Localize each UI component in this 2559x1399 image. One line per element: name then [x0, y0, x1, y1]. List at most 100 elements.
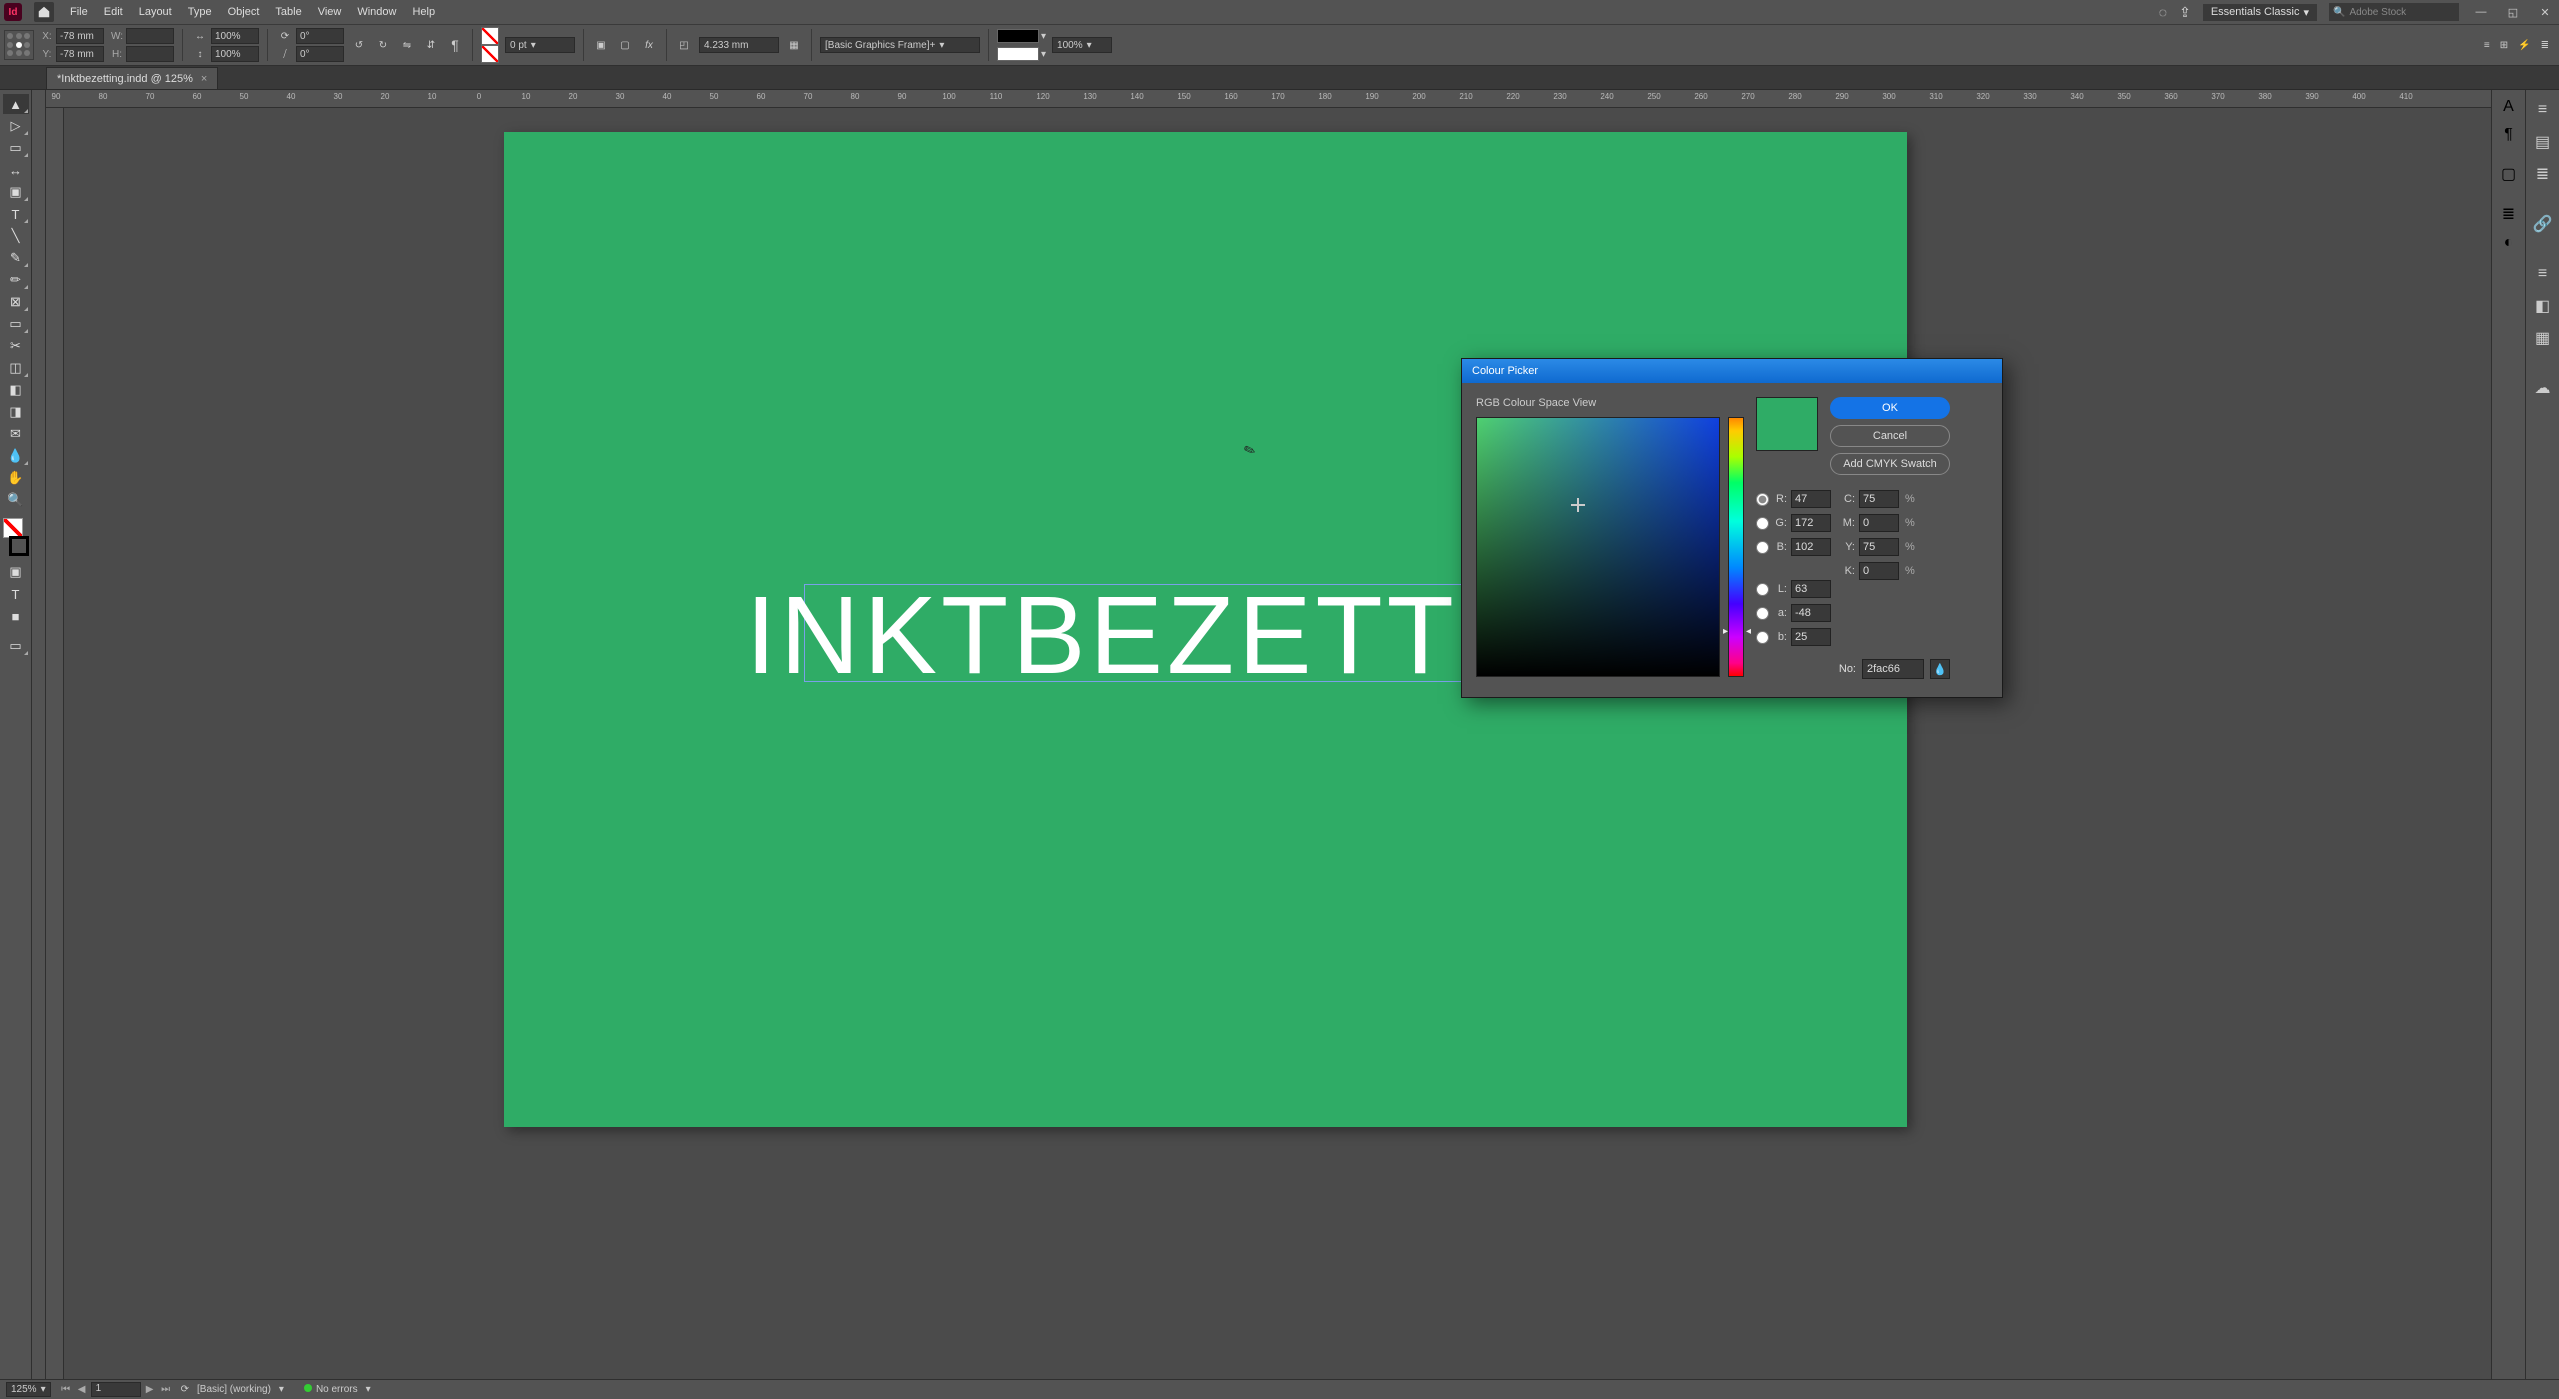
links-panel-icon[interactable]: 🔗 — [2530, 212, 2556, 236]
w-field[interactable] — [126, 28, 174, 44]
window-restore[interactable]: ◱ — [2503, 5, 2523, 19]
paragraph-panel-icon[interactable]: ¶ — [2504, 126, 2513, 144]
home-button[interactable] — [34, 2, 54, 22]
l-radio[interactable] — [1756, 583, 1769, 596]
a-radio[interactable] — [1756, 607, 1769, 620]
zoom-tool[interactable]: 🔍 — [3, 490, 29, 510]
free-transform-tool[interactable]: ◫ — [3, 358, 29, 378]
pathfinder-panel-icon[interactable]: ◐ — [2504, 234, 2514, 252]
add-cmyk-swatch-button[interactable]: Add CMYK Swatch — [1830, 453, 1950, 475]
last-page-button[interactable]: ⏭ — [159, 1384, 173, 1395]
window-close[interactable]: ✕ — [2535, 5, 2555, 19]
stroke-color-bar[interactable] — [997, 29, 1039, 43]
hand-tool[interactable]: ✋ — [3, 468, 29, 488]
canvas[interactable]: INKTBEZETTING ✎ Colour Picker RGB Colour… — [64, 108, 2491, 1379]
corner-options-button[interactable]: ◰ — [675, 36, 693, 54]
fit-content-button[interactable]: ▣ — [592, 36, 610, 54]
b-field[interactable] — [1791, 538, 1831, 556]
close-icon[interactable]: × — [201, 73, 207, 85]
panel-menu-icon[interactable]: ≣ — [2541, 40, 2549, 51]
cancel-button[interactable]: Cancel — [1830, 425, 1950, 447]
object-style-select[interactable]: [Basic Graphics Frame]+▾ — [820, 37, 980, 53]
a-field[interactable] — [1791, 604, 1831, 622]
workspace-switcher[interactable]: Essentials Classic ▾ — [2203, 4, 2317, 21]
menu-help[interactable]: Help — [404, 6, 443, 18]
layers-panel-icon[interactable]: ≣ — [2530, 162, 2556, 186]
share-icon[interactable]: ⇪ — [2179, 4, 2191, 21]
align-icon[interactable]: ≡ — [2484, 40, 2490, 51]
hex-field[interactable] — [1862, 659, 1924, 679]
stroke-swatch[interactable] — [481, 45, 499, 63]
fill-proxy[interactable] — [3, 518, 23, 538]
h-field[interactable] — [126, 46, 174, 62]
view-mode-button[interactable]: ▭ — [3, 636, 29, 656]
scale-y-field[interactable] — [211, 46, 259, 62]
saturation-value-picker[interactable] — [1476, 417, 1720, 677]
stroke-weight-field[interactable]: 0 pt▾ — [505, 37, 575, 53]
scale-x-field[interactable] — [211, 28, 259, 44]
selection-tool[interactable]: ▲ — [3, 94, 29, 114]
bulb-icon[interactable]: ◌ — [2159, 4, 2167, 20]
g-field[interactable] — [1791, 514, 1831, 532]
rectangle-frame-tool[interactable]: ⊠ — [3, 292, 29, 312]
menu-file[interactable]: File — [62, 6, 96, 18]
gradient-swatch-tool[interactable]: ◧ — [3, 380, 29, 400]
preflight-profile[interactable]: [Basic] (working) — [197, 1384, 271, 1395]
rotate-ccw-button[interactable]: ↺ — [350, 36, 368, 54]
scissors-tool[interactable]: ✂ — [3, 336, 29, 356]
fit-frame-button[interactable]: ▢ — [616, 36, 634, 54]
pages-panel-icon[interactable]: ▤ — [2530, 130, 2556, 154]
r-field[interactable] — [1791, 490, 1831, 508]
l-field[interactable] — [1791, 580, 1831, 598]
rotate-cw-button[interactable]: ↻ — [374, 36, 392, 54]
content-collector-tool[interactable]: ▣ — [3, 182, 29, 202]
menu-layout[interactable]: Layout — [131, 6, 180, 18]
y-field[interactable] — [56, 46, 104, 62]
eyedropper-button[interactable]: 💧 — [1930, 659, 1950, 679]
preflight-status[interactable]: No errors — [304, 1384, 358, 1395]
k-field[interactable] — [1859, 562, 1899, 580]
b-radio[interactable] — [1756, 541, 1769, 554]
menu-table[interactable]: Table — [267, 6, 309, 18]
properties-panel-icon[interactable]: ≡ — [2530, 98, 2556, 122]
fill-swatch[interactable] — [481, 27, 499, 45]
menu-type[interactable]: Type — [180, 6, 220, 18]
g-radio[interactable] — [1756, 517, 1769, 530]
pencil-tool[interactable]: ✏ — [3, 270, 29, 290]
document-tab[interactable]: *Inktbezetting.indd @ 125% × — [46, 67, 218, 89]
lab-b-radio[interactable] — [1756, 631, 1769, 644]
c-field[interactable] — [1859, 490, 1899, 508]
menu-window[interactable]: Window — [349, 6, 404, 18]
corner-radius-field[interactable]: 4.233 mm — [699, 37, 779, 53]
distribute-icon[interactable]: ⊞ — [2500, 40, 2508, 51]
page-tool[interactable]: ▭ — [3, 138, 29, 158]
x-field[interactable] — [56, 28, 104, 44]
hue-slider[interactable]: ▸◂ — [1728, 417, 1744, 677]
first-page-button[interactable]: ⏮ — [59, 1384, 73, 1395]
stroke-proxy[interactable] — [9, 536, 29, 556]
page-field[interactable]: 1 — [91, 1382, 141, 1397]
next-page-button[interactable]: ▶ — [143, 1384, 157, 1395]
dialog-title-bar[interactable]: Colour Picker — [1462, 359, 2002, 383]
gap-tool[interactable]: ↔ — [3, 160, 29, 180]
ok-button[interactable]: OK — [1830, 397, 1950, 419]
cc-libraries-panel-icon[interactable]: ☁ — [2530, 376, 2556, 400]
cmyk-y-field[interactable] — [1859, 538, 1899, 556]
stroke-panel-icon[interactable]: ≡ — [2530, 262, 2556, 286]
menu-view[interactable]: View — [310, 6, 350, 18]
menu-edit[interactable]: Edit — [96, 6, 131, 18]
search-input[interactable]: 🔍 Adobe Stock — [2329, 3, 2459, 21]
character-panel-icon[interactable]: A — [2503, 98, 2514, 116]
align-panel-icon[interactable]: ≣ — [2502, 204, 2515, 224]
open-icon[interactable]: ⟳ — [181, 1384, 189, 1395]
window-minimize[interactable]: — — [2471, 5, 2491, 19]
formatting-text-button[interactable]: T — [3, 584, 29, 604]
flip-h-button[interactable]: ⇋ — [398, 36, 416, 54]
menu-object[interactable]: Object — [220, 6, 268, 18]
opacity-field[interactable]: 100%▾ — [1052, 37, 1112, 53]
swatches-panel-icon[interactable]: ▦ — [2530, 326, 2556, 350]
rectangle-tool[interactable]: ▭ — [3, 314, 29, 334]
line-tool[interactable]: ╲ — [3, 226, 29, 246]
r-radio[interactable] — [1756, 493, 1769, 506]
apply-color-button[interactable]: ■ — [3, 606, 29, 626]
